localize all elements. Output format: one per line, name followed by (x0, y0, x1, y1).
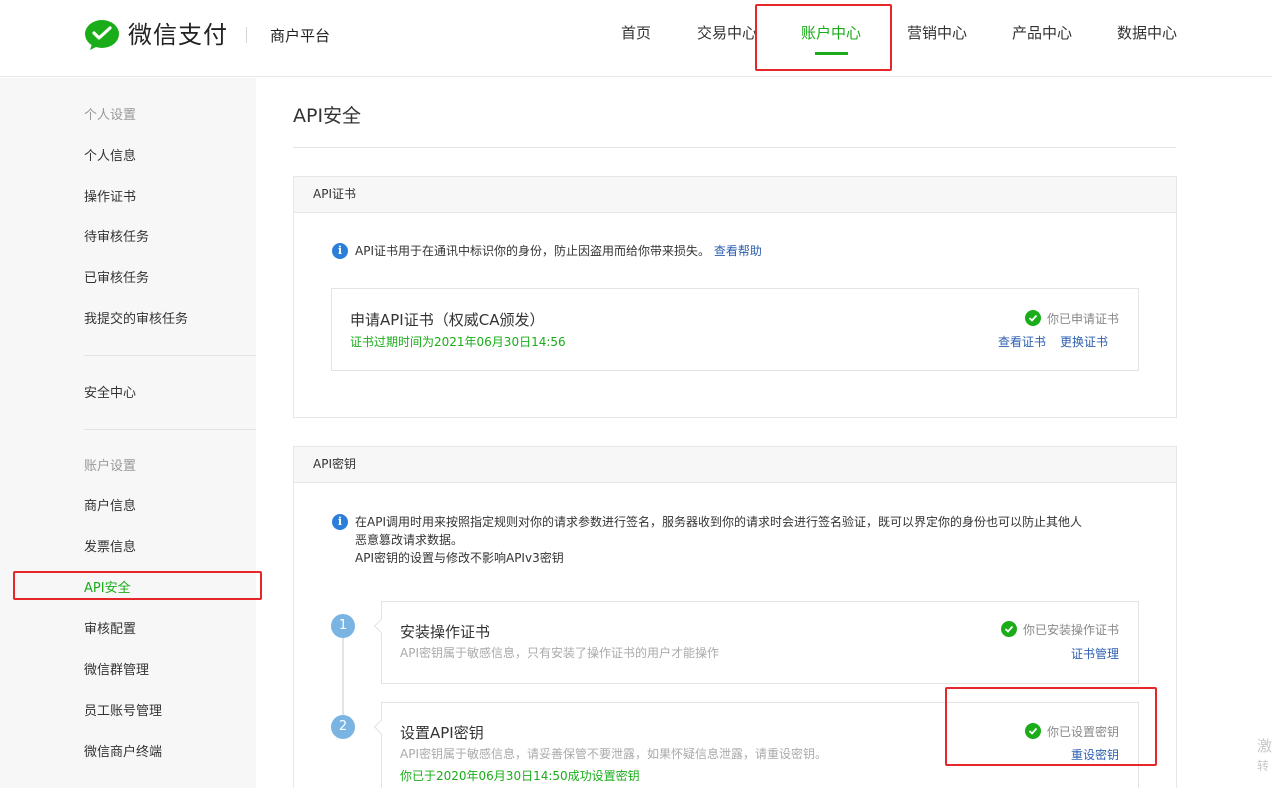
reset-key-link[interactable]: 重设密钥 (1071, 748, 1119, 762)
sidebar-item-staff-accounts[interactable]: 员工账号管理 (84, 703, 162, 721)
step-1-description: API密钥属于敏感信息，只有安装了操作证书的用户才能操作 (400, 646, 719, 660)
api-cert-notice-text: API证书用于在通讯中标识你的身份，防止因盗用而给你带来损失。 (355, 244, 710, 258)
step-connector (342, 638, 344, 720)
nav-active-indicator (815, 52, 848, 55)
step-1-title: 安装操作证书 (400, 623, 491, 641)
sidebar: 个人设置 个人信息 操作证书 待审核任务 已审核任务 我提交的审核任务 安全中心… (0, 78, 256, 788)
sidebar-item-reviewed[interactable]: 已审核任务 (84, 270, 149, 288)
step-2-title: 设置API密钥 (400, 724, 484, 742)
cert-applied-status-text: 你已申请证书 (1046, 312, 1119, 326)
cert-management-link[interactable]: 证书管理 (1071, 647, 1119, 661)
wechat-pay-logo-icon[interactable] (84, 19, 120, 51)
cert-applied-status: 你已申请证书 (1024, 310, 1119, 328)
api-cert-item-title: 申请API证书（权威CA颁发） (350, 311, 545, 329)
replace-cert-link[interactable]: 更换证书 (1060, 335, 1108, 349)
logo-text[interactable]: 微信支付 (128, 19, 228, 51)
sidebar-item-api-security[interactable]: API安全 (84, 580, 131, 598)
nav-account[interactable]: 账户中心 (801, 22, 861, 44)
sidebar-item-security-center[interactable]: 安全中心 (84, 385, 136, 403)
api-key-notice-line2: 恶意篡改请求数据。 (355, 533, 464, 547)
nav-data[interactable]: 数据中心 (1117, 22, 1177, 44)
cert-expiry-text: 证书过期时间为2021年06月30日14:56 (350, 335, 566, 349)
nav-products[interactable]: 产品中心 (1012, 22, 1072, 44)
sidebar-item-my-submitted[interactable]: 我提交的审核任务 (84, 311, 188, 329)
sidebar-item-wechat-group[interactable]: 微信群管理 (84, 662, 149, 680)
page-title: API安全 (293, 105, 362, 127)
api-cert-card-title: API证书 (294, 177, 1176, 213)
api-key-notice-line3: API密钥的设置与修改不影响APIv3密钥 (355, 551, 564, 565)
nav-home[interactable]: 首页 (621, 22, 651, 44)
check-circle-icon (1024, 723, 1041, 739)
sidebar-divider (84, 355, 256, 356)
watermark-text: 激 (1257, 737, 1272, 755)
platform-name: 商户平台 (270, 27, 331, 45)
top-header: 微信支付 商户平台 首页 交易中心 账户中心 营销中心 产品中心 数据中心 (0, 0, 1272, 77)
nav-transactions[interactable]: 交易中心 (697, 22, 757, 44)
check-circle-icon (1000, 621, 1017, 637)
cert-actions: 查看证书 更换证书 (998, 333, 1108, 351)
title-divider (293, 147, 1176, 148)
info-icon: i (332, 514, 348, 530)
step-2-set-time: 你已于2020年06月30日14:50成功设置密钥 (400, 769, 640, 783)
check-circle-icon (1024, 310, 1041, 326)
sidebar-group-account: 账户设置 (84, 459, 137, 474)
sidebar-item-invoice-info[interactable]: 发票信息 (84, 539, 136, 557)
sidebar-item-personal-info[interactable]: 个人信息 (84, 148, 136, 166)
sidebar-item-merchant-terminal[interactable]: 微信商户终端 (84, 744, 162, 762)
step-2-description: API密钥属于敏感信息，请妥善保管不要泄露，如果怀疑信息泄露，请重设密钥。 (400, 747, 827, 761)
step-1-actions: 证书管理 (1071, 645, 1119, 663)
step-1-status: 你已安装操作证书 (1000, 621, 1119, 639)
api-key-card-title: API密钥 (294, 447, 1176, 483)
step-1-box (381, 601, 1139, 684)
sidebar-item-operation-cert[interactable]: 操作证书 (84, 189, 136, 207)
step-1-badge: 1 (331, 614, 355, 638)
api-cert-notice: API证书用于在通讯中标识你的身份，防止因盗用而给你带来损失。 查看帮助 (355, 242, 762, 260)
step-2-status-text: 你已设置密钥 (1046, 725, 1119, 739)
step-1-status-text: 你已安装操作证书 (1022, 623, 1119, 637)
api-key-notice: 在API调用时用来按照指定规则对你的请求参数进行签名，服务器收到你的请求时会进行… (355, 513, 1155, 567)
info-icon: i (332, 243, 348, 259)
watermark-text-2: 转 (1257, 759, 1270, 773)
sidebar-divider (84, 429, 256, 430)
step-2-actions: 重设密钥 (1071, 746, 1119, 764)
step-2-badge: 2 (331, 715, 355, 739)
step-2-status: 你已设置密钥 (1024, 723, 1119, 741)
sidebar-item-merchant-info[interactable]: 商户信息 (84, 498, 136, 516)
view-help-link[interactable]: 查看帮助 (714, 244, 762, 258)
sidebar-item-pending-review[interactable]: 待审核任务 (84, 229, 149, 247)
sidebar-item-review-config[interactable]: 审核配置 (84, 621, 136, 639)
view-cert-link[interactable]: 查看证书 (998, 335, 1046, 349)
logo-divider (246, 27, 247, 43)
sidebar-group-personal: 个人设置 (84, 108, 137, 123)
nav-marketing[interactable]: 营销中心 (907, 22, 967, 44)
api-key-notice-line1: 在API调用时用来按照指定规则对你的请求参数进行签名，服务器收到你的请求时会进行… (355, 515, 1082, 529)
